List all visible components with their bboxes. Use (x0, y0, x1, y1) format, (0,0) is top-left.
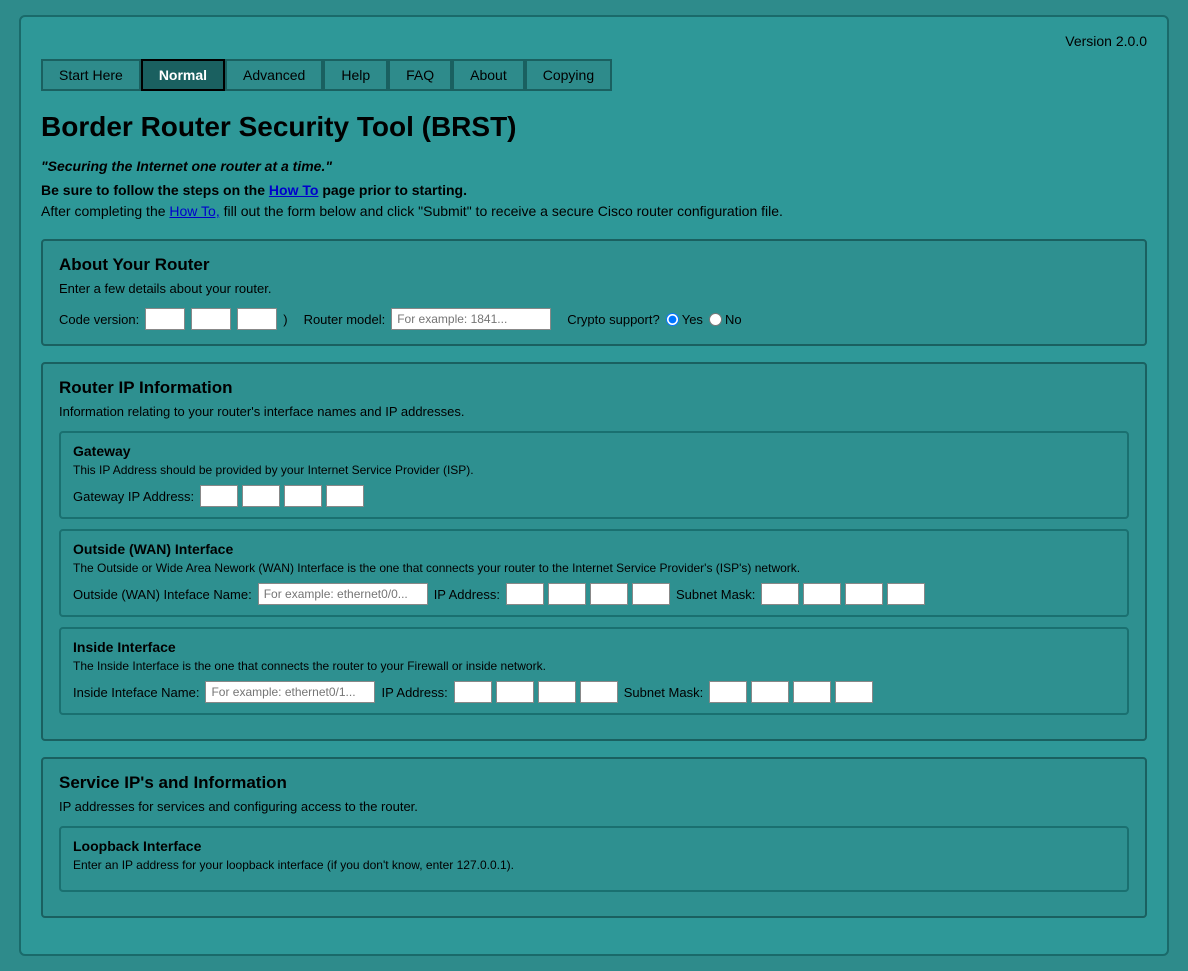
wan-desc: The Outside or Wide Area Nework (WAN) In… (73, 561, 1115, 575)
service-section-desc: IP addresses for services and configurin… (59, 799, 1129, 814)
tagline: "Securing the Internet one router at a t… (41, 158, 1147, 174)
ip-section-desc: Information relating to your router's in… (59, 404, 1129, 419)
inside-subnet-octet-1[interactable] (709, 681, 747, 703)
instruction1: Be sure to follow the steps on the How T… (41, 182, 1147, 198)
loopback-title: Loopback Interface (73, 838, 1115, 854)
tab-normal[interactable]: Normal (141, 59, 225, 91)
inside-subnet-octet-4[interactable] (835, 681, 873, 703)
wan-ip-label: IP Address: (434, 587, 500, 602)
wan-name-input[interactable] (258, 583, 428, 605)
router-section: About Your Router Enter a few details ab… (41, 239, 1147, 346)
wan-subnet-octet-4[interactable] (887, 583, 925, 605)
gateway-ip-label: Gateway IP Address: (73, 489, 194, 504)
version-label: Version 2.0.0 (41, 33, 1147, 49)
crypto-yes-radio[interactable] (666, 313, 679, 326)
gateway-ip-octet-1[interactable] (200, 485, 238, 507)
gateway-ip-octet-4[interactable] (326, 485, 364, 507)
inside-ip-label: IP Address: (381, 685, 447, 700)
gateway-ip-octet-3[interactable] (284, 485, 322, 507)
code-version-label: Code version: (59, 312, 139, 327)
inside-subnet-label: Subnet Mask: (624, 685, 704, 700)
crypto-no-text: No (725, 312, 742, 327)
wan-name-label: Outside (WAN) Inteface Name: (73, 587, 252, 602)
inside-name-label: Inside Inteface Name: (73, 685, 199, 700)
router-section-title: About Your Router (59, 255, 1129, 275)
ip-section-title: Router IP Information (59, 378, 1129, 398)
crypto-yes-text: Yes (682, 312, 703, 327)
wan-ip-octet-4[interactable] (632, 583, 670, 605)
page-title: Border Router Security Tool (BRST) (41, 111, 1147, 143)
wan-subnet-octet-2[interactable] (803, 583, 841, 605)
ip-section: Router IP Information Information relati… (41, 362, 1147, 741)
inside-ip-octet-2[interactable] (496, 681, 534, 703)
wan-ip-octet-3[interactable] (590, 583, 628, 605)
code-version-input-2[interactable] (191, 308, 231, 330)
gateway-ip-octet-2[interactable] (242, 485, 280, 507)
tab-faq[interactable]: FAQ (388, 59, 452, 91)
inside-subnet-octet-2[interactable] (751, 681, 789, 703)
instruction2: After completing the How To, fill out th… (41, 203, 1147, 219)
wan-ip-inputs (506, 583, 670, 605)
wan-subnet-label: Subnet Mask: (676, 587, 756, 602)
tab-help[interactable]: Help (323, 59, 388, 91)
inside-ip-octet-3[interactable] (538, 681, 576, 703)
gateway-ip-inputs (200, 485, 364, 507)
tab-start-here[interactable]: Start Here (41, 59, 141, 91)
crypto-label: Crypto support? (567, 312, 660, 327)
inside-ip-octet-4[interactable] (580, 681, 618, 703)
tab-bar: Start Here Normal Advanced Help FAQ Abou… (41, 59, 1147, 91)
gateway-title: Gateway (73, 443, 1115, 459)
inside-ip-inputs (454, 681, 618, 703)
code-version-input-3[interactable] (237, 308, 277, 330)
gateway-desc: This IP Address should be provided by yo… (73, 463, 1115, 477)
howto-link-1[interactable]: How To (269, 182, 319, 198)
wan-subnet-octet-3[interactable] (845, 583, 883, 605)
inside-name-input[interactable] (205, 681, 375, 703)
service-section-title: Service IP's and Information (59, 773, 1129, 793)
wan-title: Outside (WAN) Interface (73, 541, 1115, 557)
inside-ip-octet-1[interactable] (454, 681, 492, 703)
gateway-subsection: Gateway This IP Address should be provid… (59, 431, 1129, 519)
code-version-input-1[interactable] (145, 308, 185, 330)
tab-about[interactable]: About (452, 59, 525, 91)
crypto-no-label[interactable]: No (709, 312, 742, 327)
inside-desc: The Inside Interface is the one that con… (73, 659, 1115, 673)
wan-ip-octet-2[interactable] (548, 583, 586, 605)
inside-subnet-inputs (709, 681, 873, 703)
inside-subsection: Inside Interface The Inside Interface is… (59, 627, 1129, 715)
loopback-subsection: Loopback Interface Enter an IP address f… (59, 826, 1129, 892)
loopback-desc: Enter an IP address for your loopback in… (73, 858, 1115, 872)
inside-subnet-octet-3[interactable] (793, 681, 831, 703)
router-section-desc: Enter a few details about your router. (59, 281, 1129, 296)
wan-subnet-octet-1[interactable] (761, 583, 799, 605)
router-model-label: Router model: (304, 312, 386, 327)
wan-subnet-inputs (761, 583, 925, 605)
howto-link-2[interactable]: How To, (169, 203, 219, 219)
wan-ip-octet-1[interactable] (506, 583, 544, 605)
router-model-input[interactable] (391, 308, 551, 330)
inside-title: Inside Interface (73, 639, 1115, 655)
crypto-no-radio[interactable] (709, 313, 722, 326)
wan-subsection: Outside (WAN) Interface The Outside or W… (59, 529, 1129, 617)
crypto-yes-label[interactable]: Yes (666, 312, 703, 327)
service-section: Service IP's and Information IP addresse… (41, 757, 1147, 918)
tab-advanced[interactable]: Advanced (225, 59, 323, 91)
tab-copying[interactable]: Copying (525, 59, 612, 91)
